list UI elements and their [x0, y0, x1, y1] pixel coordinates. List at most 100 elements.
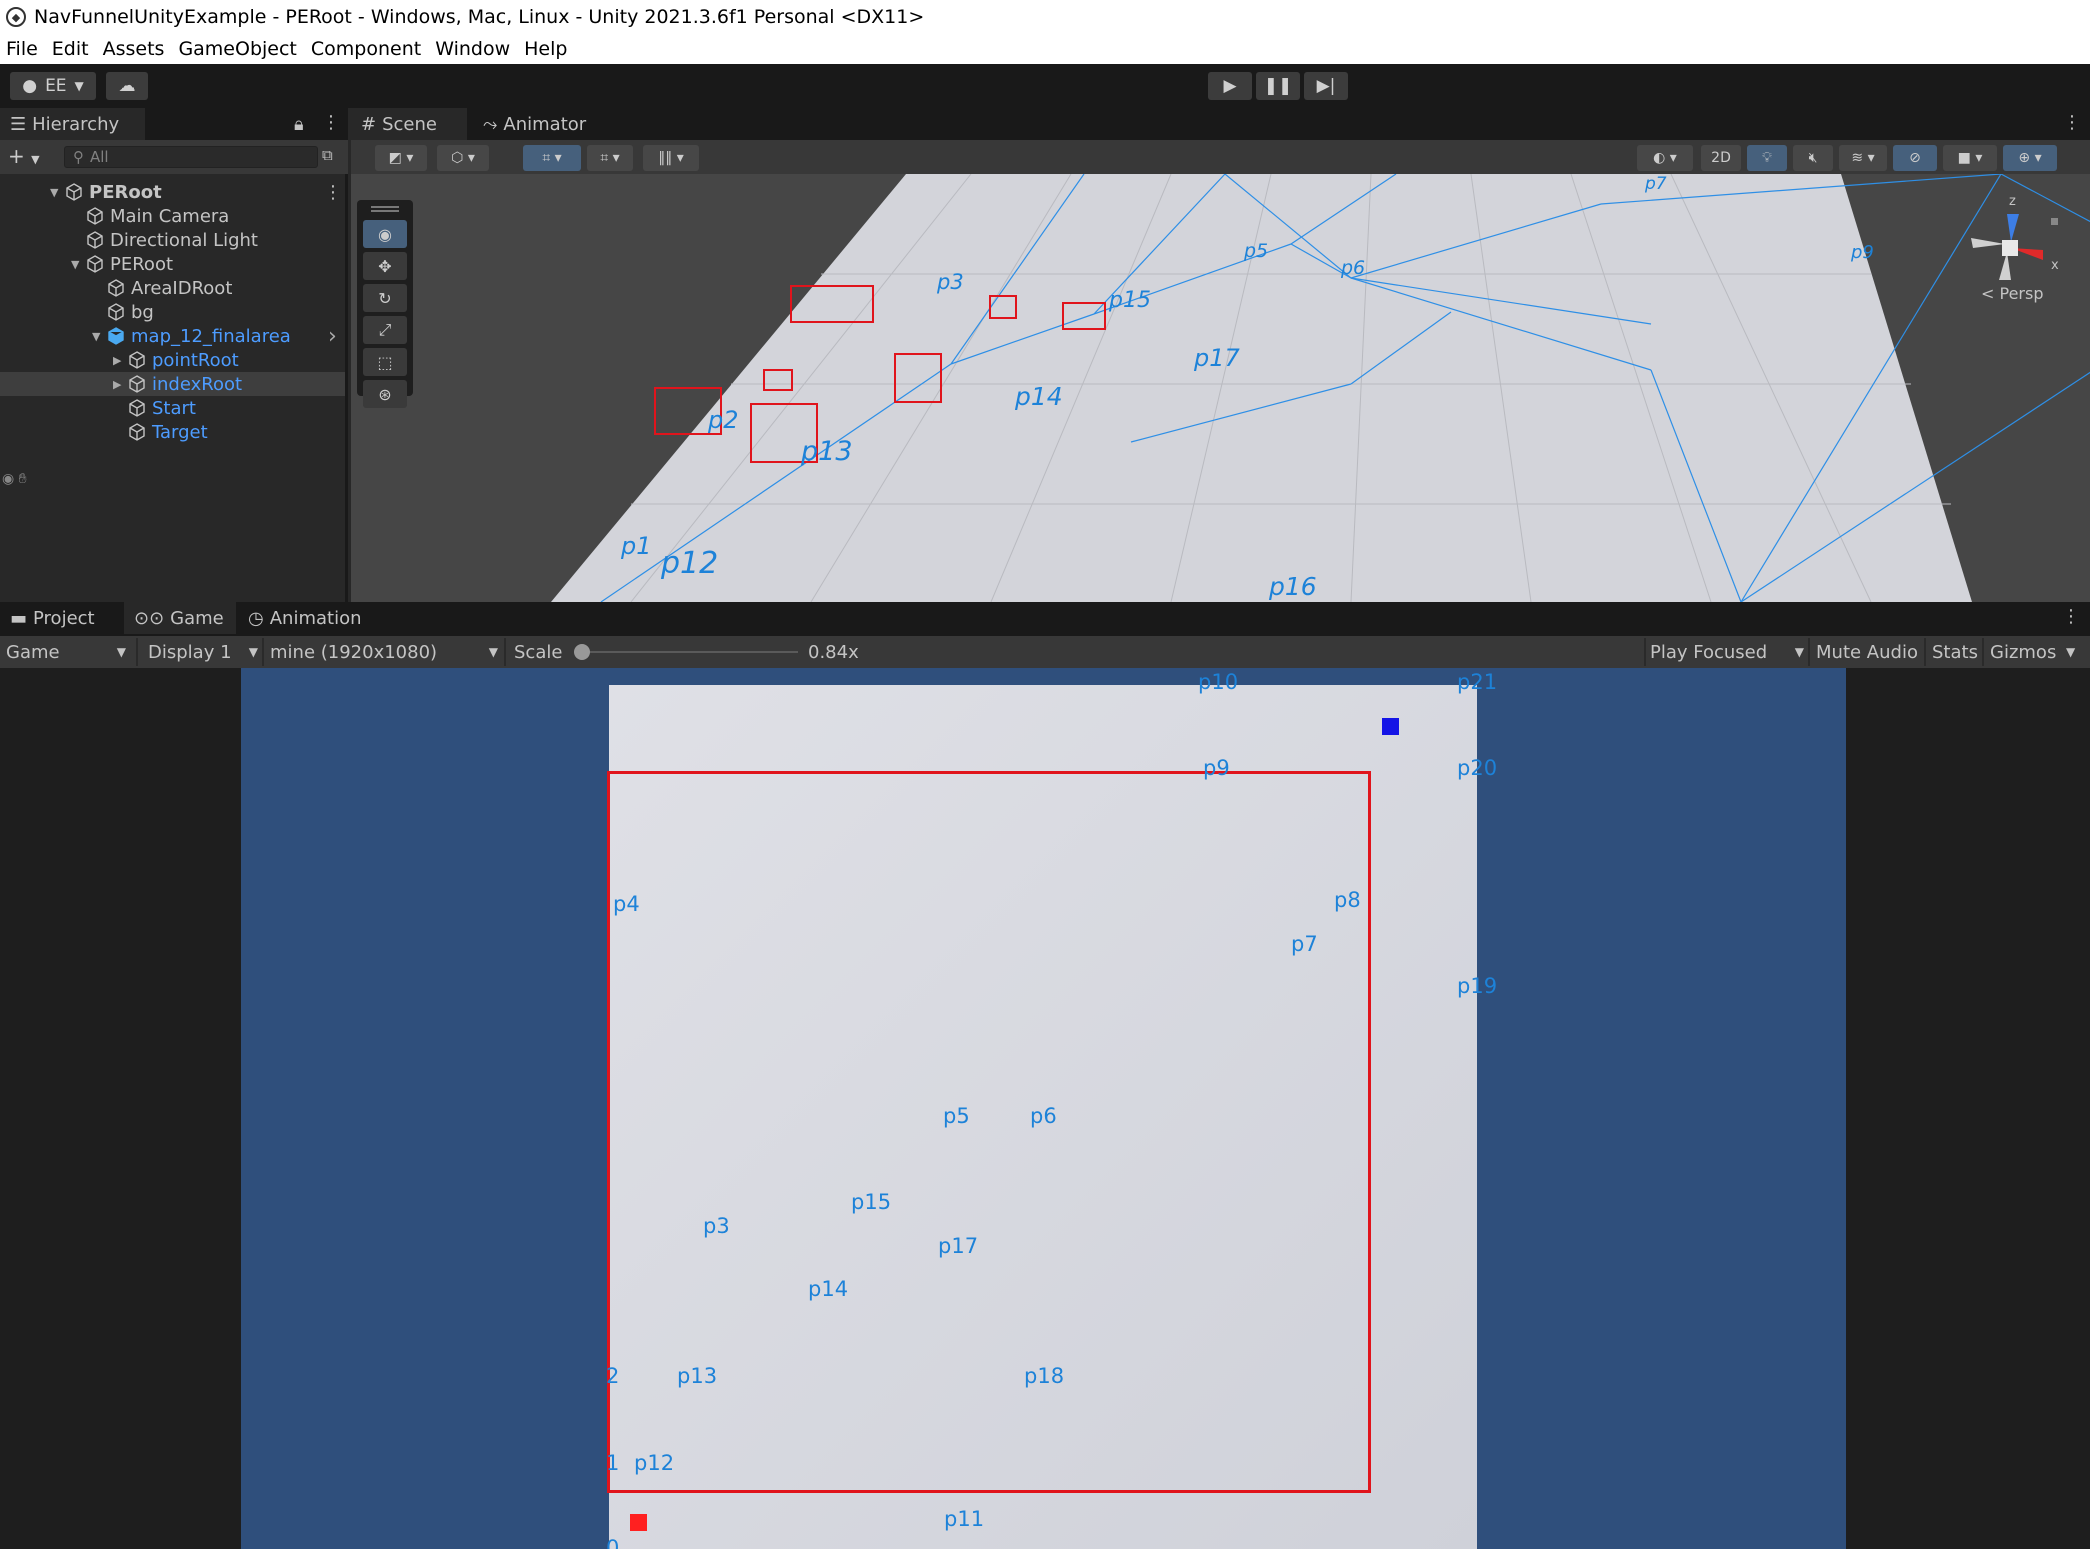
- hierarchy-item[interactable]: ▼ PERoot ⋮: [0, 180, 345, 204]
- hierarchy-item[interactable]: Directional Light: [0, 228, 345, 252]
- hierarchy-item[interactable]: Start: [0, 396, 345, 420]
- game-view-dropdown[interactable]: Game ▼: [0, 636, 134, 668]
- menu-assets[interactable]: Assets: [103, 38, 165, 60]
- snap-increment-button[interactable]: ⌗ ▾: [587, 145, 633, 171]
- chevron-down-icon[interactable]: ▼: [2066, 645, 2075, 659]
- ruler-icon: ‖‖ ▾: [658, 150, 684, 166]
- camera-dropdown[interactable]: ■ ▾: [1943, 145, 1997, 171]
- hierarchy-item[interactable]: Main Camera: [0, 204, 345, 228]
- scale-slider[interactable]: [574, 644, 798, 660]
- orientation-gizmo[interactable]: z x < Persp: [1951, 192, 2071, 303]
- search-options-icon[interactable]: ⧉: [322, 146, 333, 164]
- menu-component[interactable]: Component: [311, 38, 421, 60]
- expand-arrow-icon[interactable]: ▼: [50, 186, 64, 199]
- divider: [504, 638, 506, 666]
- scale-slider-thumb[interactable]: [574, 644, 590, 660]
- shading-dropdown[interactable]: ⬡ ▾: [437, 145, 489, 171]
- visibility-icon[interactable]: ◉ ✋︎: [2, 471, 27, 487]
- gizmos-button[interactable]: Gizmos: [1984, 636, 2062, 668]
- chevron-down-icon: ▼: [488, 645, 498, 659]
- more-options-icon[interactable]: ⋮: [2062, 606, 2080, 627]
- unity-logo-icon: ◆: [6, 7, 26, 27]
- more-options-icon[interactable]: ⋮: [322, 112, 340, 133]
- expand-arrow-icon[interactable]: ▼: [92, 330, 106, 343]
- audio-toggle[interactable]: 🔇︎: [1793, 145, 1833, 171]
- scene-label-p2: p2: [708, 406, 739, 434]
- step-button[interactable]: ▶|: [1304, 72, 1348, 100]
- ruler-button[interactable]: ‖‖ ▾: [643, 145, 699, 171]
- collapse-arrow-icon[interactable]: ▶: [113, 354, 127, 367]
- rect-tool-button[interactable]: ⬚: [363, 348, 407, 376]
- view-tool-button[interactable]: ◉: [363, 220, 407, 248]
- toolstrip-handle[interactable]: [371, 206, 399, 212]
- draw-mode-dropdown[interactable]: ◩ ▾: [375, 145, 427, 171]
- hierarchy-item[interactable]: bg: [0, 300, 345, 324]
- gameobject-icon: [85, 230, 105, 250]
- play-button[interactable]: ▶: [1208, 72, 1252, 100]
- effects-dropdown[interactable]: ≋ ▾: [1839, 145, 1887, 171]
- menu-help[interactable]: Help: [524, 38, 567, 60]
- persp-label[interactable]: < Persp: [1981, 284, 2044, 303]
- hierarchy-item[interactable]: ▼ map_12_finalarea ›: [0, 324, 345, 349]
- play-focused-dropdown[interactable]: Play Focused ▼: [1644, 636, 1808, 668]
- gameobject-icon: [127, 374, 147, 394]
- shading-mode-button[interactable]: ◐ ▾: [1637, 145, 1693, 171]
- rotate-tool-button[interactable]: ↻: [363, 284, 407, 312]
- scale-tool-button[interactable]: ⤢: [363, 316, 407, 344]
- account-button[interactable]: ● EE ▼: [10, 72, 96, 100]
- menu-edit[interactable]: Edit: [52, 38, 89, 60]
- menu-gameobject[interactable]: GameObject: [178, 38, 296, 60]
- grid-icon: #: [361, 113, 377, 135]
- hidden-objects-toggle[interactable]: ⊘: [1893, 145, 1937, 171]
- hierarchy-item[interactable]: ▼ PERoot: [0, 252, 345, 276]
- menu-window[interactable]: Window: [435, 38, 510, 60]
- tab-animator[interactable]: ⤳ Animator: [473, 108, 596, 140]
- gizmos-dropdown[interactable]: ⊕ ▾: [2003, 145, 2057, 171]
- collapse-arrow-icon[interactable]: ▶: [113, 378, 127, 391]
- display-label: Display 1: [148, 641, 232, 663]
- grid-snap-button[interactable]: ⌗ ▾: [523, 145, 581, 171]
- tab-scene[interactable]: # Scene: [351, 108, 467, 140]
- scene-viewport[interactable]: p1 p2 p3 p5 p6 p7 p9 p12 p13 p14 p15 p16…: [351, 174, 2090, 602]
- hierarchy-search-input[interactable]: ⚲ All: [64, 146, 318, 168]
- game-label-p19: p19: [1457, 974, 1498, 998]
- hierarchy-item-label: PERoot: [110, 253, 174, 275]
- tab-game[interactable]: ⊙⊙ Game: [124, 602, 236, 634]
- chevron-right-icon[interactable]: ›: [328, 324, 337, 349]
- tab-hierarchy[interactable]: ☰ Hierarchy: [0, 108, 145, 140]
- gameobject-icon: [127, 398, 147, 418]
- create-button[interactable]: + ▼: [8, 144, 40, 168]
- resolution-dropdown[interactable]: mine (1920x1080) ▼: [264, 636, 502, 668]
- transform-tool-button[interactable]: ⊛: [363, 380, 407, 408]
- stats-button[interactable]: Stats: [1926, 636, 1984, 668]
- game-dropdown-label: Game: [6, 641, 60, 663]
- expand-arrow-icon[interactable]: ▼: [71, 258, 85, 271]
- tab-project[interactable]: ▬ Project: [0, 602, 105, 634]
- tab-project-label: Project: [33, 607, 95, 629]
- lighting-toggle[interactable]: 💡︎: [1747, 145, 1787, 171]
- hierarchy-item[interactable]: Target: [0, 420, 345, 444]
- lock-icon[interactable]: 🔒︎: [294, 114, 304, 135]
- gizmo-icon: ⊕ ▾: [2018, 150, 2042, 166]
- account-icon: ●: [22, 76, 38, 96]
- cloud-button[interactable]: ☁: [106, 72, 148, 100]
- hierarchy-item[interactable]: ▶ pointRoot: [0, 348, 345, 372]
- hierarchy-item-label: Start: [152, 397, 196, 419]
- game-viewport[interactable]: p10 p21 p9 p20 p4 p8 p7 p19 p5 p6 p3 p15…: [0, 668, 2090, 1549]
- more-options-icon[interactable]: ⋮: [324, 182, 342, 203]
- display-dropdown[interactable]: Display 1 ▼: [142, 636, 260, 668]
- hierarchy-item-label: AreaIDRoot: [131, 277, 233, 299]
- tab-animation[interactable]: ◷ Animation: [238, 602, 372, 634]
- game-label-p13: p13: [677, 1364, 718, 1388]
- hierarchy-item[interactable]: ▶ indexRoot: [0, 372, 345, 396]
- pause-button[interactable]: ❚❚: [1256, 72, 1300, 100]
- 2d-toggle[interactable]: 2D: [1701, 145, 1741, 171]
- hierarchy-item[interactable]: AreaIDRoot: [0, 276, 345, 300]
- more-options-icon[interactable]: ⋮: [2063, 112, 2081, 133]
- move-tool-button[interactable]: ✥: [363, 252, 407, 280]
- scene-panel: # Scene ⤳ Animator ⋮ ◩ ▾ ⬡ ▾ ⌗ ▾ ⌗ ▾ ‖‖ …: [351, 108, 2090, 602]
- mute-audio-button[interactable]: Mute Audio: [1810, 636, 1924, 668]
- game-label-p14: p14: [808, 1277, 849, 1301]
- cloud-icon: ☁: [118, 76, 136, 96]
- menu-file[interactable]: File: [6, 38, 38, 60]
